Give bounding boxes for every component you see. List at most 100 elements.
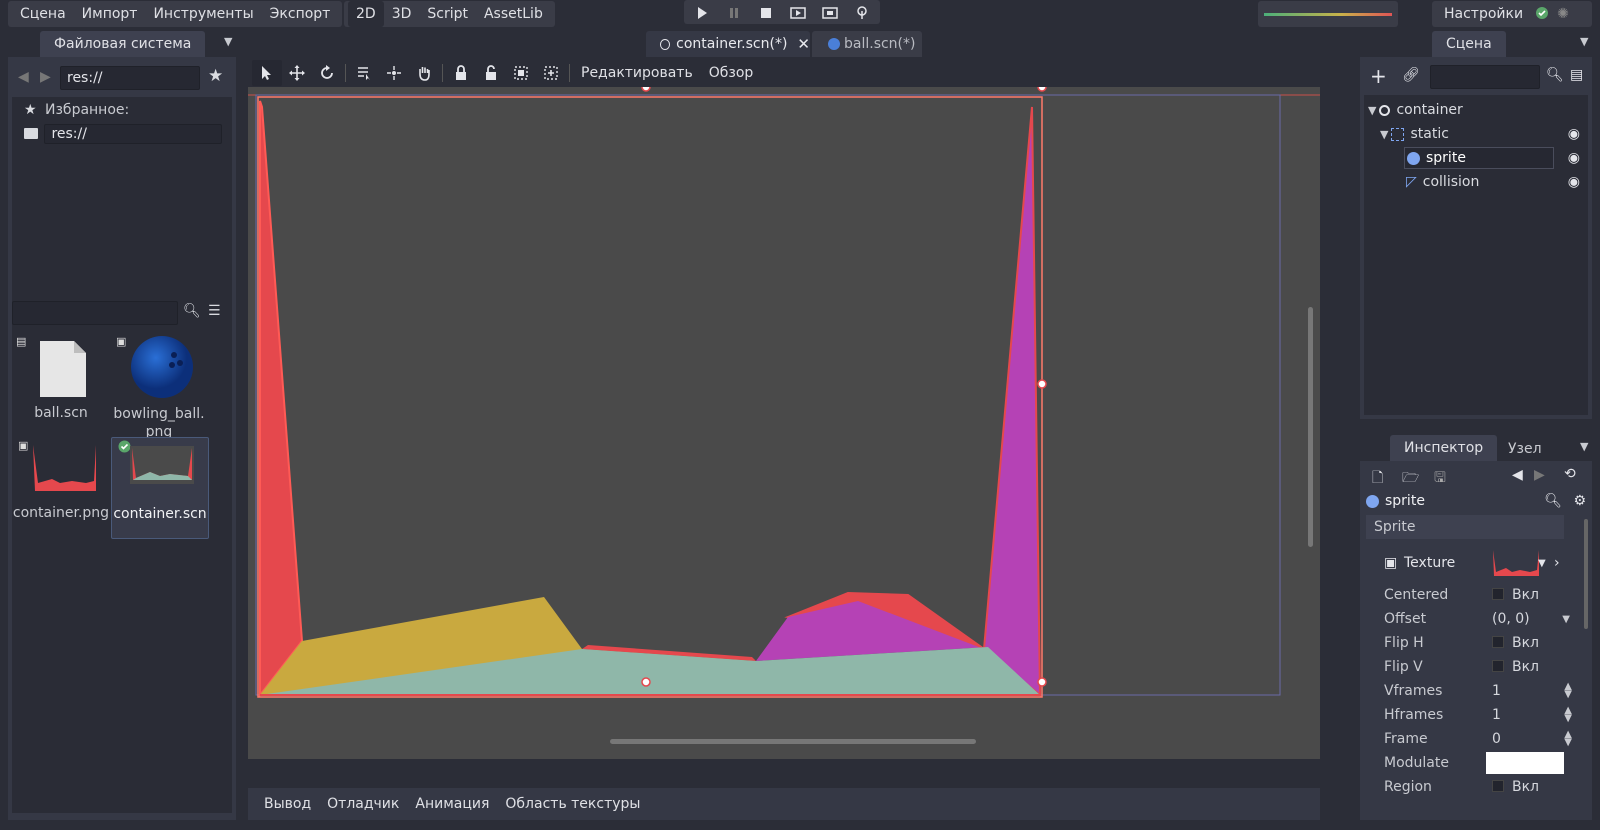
visibility-eye-icon[interactable]: ◉ xyxy=(1568,174,1580,190)
file-item-bowling-ball-png[interactable]: ▣ bowling_ball.png xyxy=(110,335,208,440)
tree-root-label[interactable]: res:// xyxy=(44,124,223,144)
handle-right[interactable] xyxy=(1037,379,1047,389)
inspector-dock-menu-icon[interactable]: ▼ xyxy=(1580,440,1588,453)
history-forward-icon[interactable]: ▶ xyxy=(1534,467,1545,483)
edit-menu[interactable]: Редактировать xyxy=(573,65,701,81)
instance-scene-icon[interactable]: 🔗︎ xyxy=(1402,67,1420,83)
remote-debug-icon[interactable] xyxy=(846,0,878,26)
inspector-scrollbar[interactable] xyxy=(1584,519,1588,629)
spinner-arrows-icon[interactable]: ▲ ▼ xyxy=(1564,682,1572,700)
horizontal-scrollbar[interactable] xyxy=(610,739,976,744)
menu-import[interactable]: Импорт xyxy=(74,1,146,27)
tree-node-static[interactable]: ▼ static ◉ xyxy=(1364,123,1588,145)
vertical-scrollbar[interactable] xyxy=(1308,307,1313,547)
scene-dock-tab[interactable]: Сцена xyxy=(1432,31,1506,57)
search-icon[interactable]: 🔍︎ xyxy=(1544,493,1562,509)
gear-icon[interactable]: ⚙ xyxy=(1573,493,1586,509)
view-menu[interactable]: Обзор xyxy=(701,65,762,81)
editor-tab-container-scn[interactable]: container.scn(*) ✕ xyxy=(646,31,810,57)
favorite-star-icon[interactable]: ★ xyxy=(208,66,223,86)
pause-icon[interactable] xyxy=(718,0,750,26)
move-tool-icon[interactable] xyxy=(282,60,312,86)
select-tool-icon[interactable] xyxy=(252,60,282,86)
list-select-tool-icon[interactable] xyxy=(349,60,379,86)
mode-script-button[interactable]: Script xyxy=(419,1,476,27)
tab-texture-region[interactable]: Область текстуры xyxy=(497,796,648,812)
play-custom-scene-icon[interactable] xyxy=(814,0,846,26)
visibility-eye-icon[interactable]: ◉ xyxy=(1568,150,1580,166)
tree-node-container[interactable]: ▼ container xyxy=(1364,99,1588,121)
settings-button[interactable]: Настройки xyxy=(1436,1,1531,27)
spinner-arrows-icon[interactable]: ▲ ▼ xyxy=(1564,706,1572,724)
mode-2d-button[interactable]: 2D xyxy=(348,1,384,27)
group-icon[interactable] xyxy=(506,60,536,86)
history-icon[interactable]: ⟲ xyxy=(1564,466,1576,482)
file-item-container-png[interactable]: ▣ container.png xyxy=(12,439,110,535)
collapse-arrow-icon[interactable]: ▼ xyxy=(1368,104,1376,117)
node-tab[interactable]: Узел xyxy=(1496,437,1554,461)
texture-preview[interactable] xyxy=(1492,548,1540,578)
centered-checkbox[interactable]: Вкл xyxy=(1492,587,1539,603)
stop-icon[interactable] xyxy=(750,0,782,26)
unlock-icon[interactable] xyxy=(476,60,506,86)
chevron-right-icon[interactable]: › xyxy=(1554,555,1560,571)
section-header[interactable]: Sprite xyxy=(1366,515,1564,539)
rotate-tool-icon[interactable] xyxy=(312,60,342,86)
search-icon[interactable]: 🔍︎ xyxy=(1546,67,1564,83)
search-icon[interactable]: 🔍︎ xyxy=(183,303,201,319)
menu-export[interactable]: Экспорт xyxy=(262,1,339,27)
file-search-input[interactable] xyxy=(12,301,178,325)
play-scene-icon[interactable] xyxy=(782,0,814,26)
menu-tools[interactable]: Инструменты xyxy=(145,1,261,27)
editor-tab-ball-scn[interactable]: ball.scn(*) xyxy=(812,31,922,57)
handle-bottom[interactable] xyxy=(641,677,651,687)
ungroup-icon[interactable] xyxy=(536,60,566,86)
lock-icon[interactable] xyxy=(446,60,476,86)
chevron-down-icon[interactable]: ▼ xyxy=(1562,614,1570,625)
pivot-tool-icon[interactable] xyxy=(379,60,409,86)
mode-assetlib-button[interactable]: AssetLib xyxy=(476,1,551,27)
flip-v-checkbox[interactable]: Вкл xyxy=(1492,659,1539,675)
history-back-icon[interactable]: ◀ xyxy=(1512,467,1523,483)
frame-spinbox[interactable]: 0 xyxy=(1492,731,1501,747)
flip-h-checkbox[interactable]: Вкл xyxy=(1492,635,1539,651)
tab-output[interactable]: Вывод xyxy=(256,796,319,812)
add-node-icon[interactable]: + xyxy=(1370,64,1387,88)
modulate-color-swatch[interactable] xyxy=(1486,752,1564,774)
play-icon[interactable] xyxy=(686,0,718,26)
scene-dock-menu-icon[interactable]: ▼ xyxy=(1580,35,1588,48)
tab-debugger[interactable]: Отладчик xyxy=(319,796,407,812)
mode-3d-button[interactable]: 3D xyxy=(384,1,420,27)
handle-top-right[interactable] xyxy=(1037,87,1047,92)
canvas-viewport[interactable] xyxy=(248,87,1320,759)
collapse-arrow-icon[interactable]: ▼ xyxy=(1380,128,1388,141)
handle-top[interactable] xyxy=(641,87,651,92)
inspector-tab[interactable]: Инспектор xyxy=(1390,435,1498,461)
new-resource-icon[interactable]: 🗋︎ xyxy=(1372,467,1383,491)
node-filter-input[interactable] xyxy=(1430,65,1540,89)
file-item-ball-scn[interactable]: ▤ ball.scn xyxy=(12,335,110,431)
path-field[interactable]: res:// xyxy=(60,66,200,90)
open-folder-icon[interactable]: 🗁︎ xyxy=(1402,467,1419,491)
forward-icon[interactable]: ▶ xyxy=(40,69,51,85)
filesystem-dock-menu-icon[interactable]: ▼ xyxy=(224,35,232,48)
sprite-node-row[interactable]: sprite xyxy=(1404,147,1554,169)
save-icon[interactable]: 🖫︎ xyxy=(1434,467,1446,491)
menu-scene[interactable]: Сцена xyxy=(12,1,74,27)
close-icon[interactable]: ✕ xyxy=(797,35,810,53)
tab-animation[interactable]: Анимация xyxy=(407,796,497,812)
offset-value[interactable]: (0, 0) xyxy=(1492,611,1530,627)
vframes-spinbox[interactable]: 1 xyxy=(1492,683,1501,699)
handle-bottom-right[interactable] xyxy=(1037,677,1047,687)
back-icon[interactable]: ◀ xyxy=(18,69,29,85)
script-attach-icon[interactable]: ▤ xyxy=(1570,67,1583,83)
file-item-container-scn[interactable]: container.scn xyxy=(111,437,209,539)
tree-node-collision[interactable]: ◸ collision ◉ xyxy=(1364,171,1588,193)
chevron-down-icon[interactable]: ▼ xyxy=(1538,558,1546,569)
list-view-icon[interactable]: ☰ xyxy=(208,303,221,319)
hframes-spinbox[interactable]: 1 xyxy=(1492,707,1501,723)
filesystem-tab[interactable]: Файловая система xyxy=(40,31,206,57)
tree-node-sprite[interactable]: sprite ◉ xyxy=(1364,147,1588,169)
tree-root-row[interactable]: res:// xyxy=(24,124,223,144)
pan-tool-icon[interactable] xyxy=(409,60,439,86)
